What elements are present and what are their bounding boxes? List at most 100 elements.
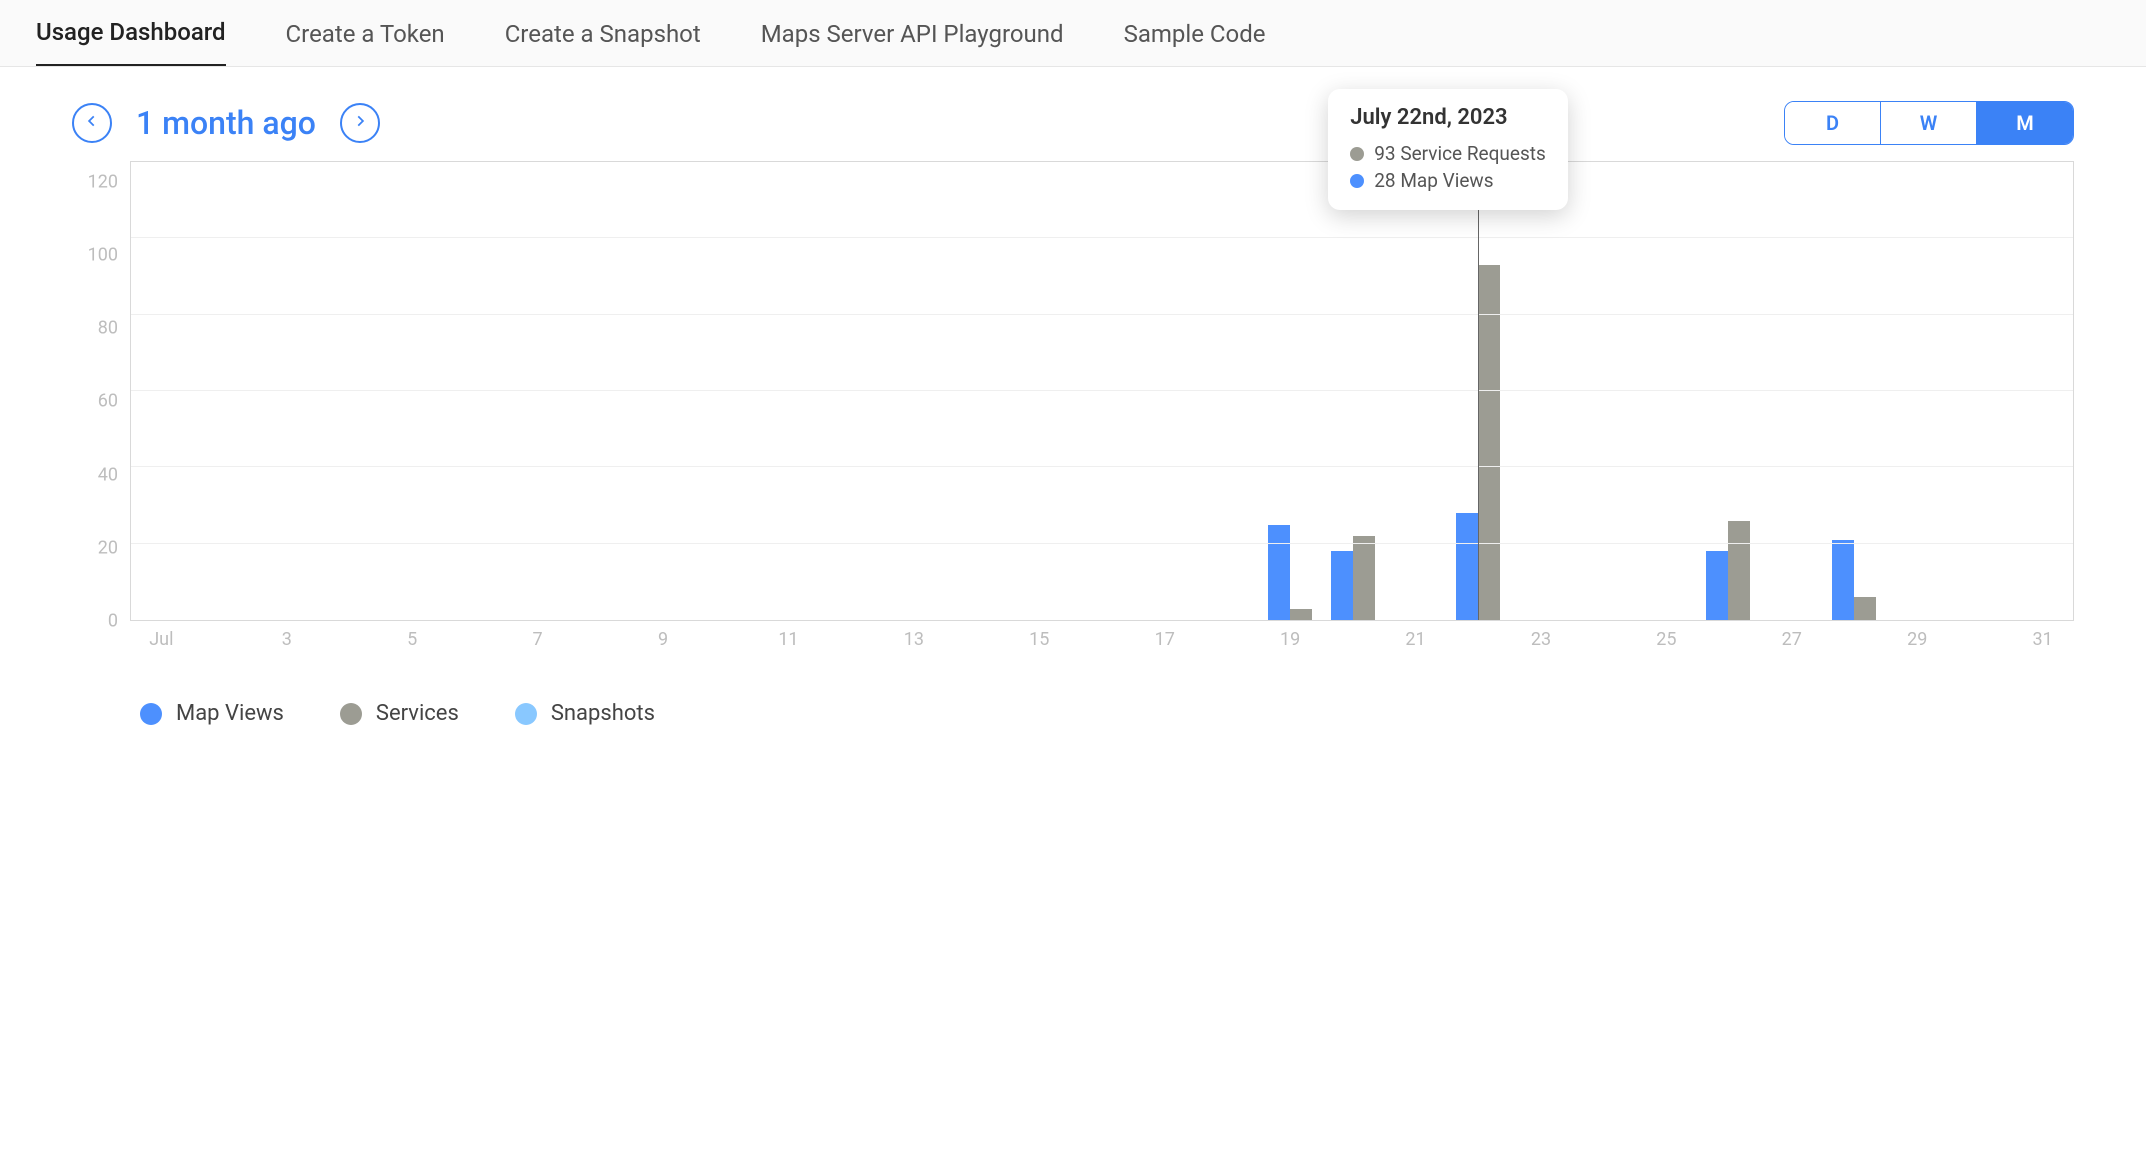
- x-axis: Jul 3 5 7 9 11 13 15 17 19 21 23 25 27 29 31: [130, 629, 2074, 657]
- legend-item-snapshots[interactable]: Snapshots: [515, 701, 655, 726]
- x-tick: 7: [533, 629, 543, 650]
- tab-maps-server-api-playground[interactable]: Maps Server API Playground: [761, 20, 1064, 66]
- bar-slot[interactable]: [1634, 162, 1697, 620]
- bar-slot[interactable]: [1822, 162, 1885, 620]
- legend-swatch-mapviews: [140, 703, 162, 725]
- tooltip-dot-services: [1350, 147, 1364, 161]
- bar-services[interactable]: [1290, 609, 1312, 620]
- tab-sample-code[interactable]: Sample Code: [1124, 20, 1266, 66]
- x-tick: 29: [1907, 629, 1927, 650]
- bar-slot[interactable]: [1760, 162, 1823, 620]
- tab-create-snapshot[interactable]: Create a Snapshot: [505, 20, 701, 66]
- next-range-button[interactable]: [340, 103, 380, 143]
- x-tick: 17: [1155, 629, 1175, 650]
- y-tick: 0: [108, 610, 118, 631]
- x-tick: 13: [904, 629, 924, 650]
- legend-item-services[interactable]: Services: [340, 701, 459, 726]
- bar-services[interactable]: [1728, 521, 1750, 620]
- chevron-left-icon: [85, 114, 99, 132]
- bar-slot[interactable]: [1384, 162, 1447, 620]
- bar-slot[interactable]: [945, 162, 1008, 620]
- bar-slot[interactable]: [2010, 162, 2073, 620]
- y-axis: 120100806040200: [72, 161, 130, 621]
- bar-map-views[interactable]: [1832, 540, 1854, 620]
- bar-slot[interactable]: [382, 162, 445, 620]
- x-tick: 31: [2033, 629, 2053, 650]
- legend-label-services: Services: [376, 701, 459, 726]
- legend-swatch-snapshots: [515, 703, 537, 725]
- y-tick: 100: [88, 245, 118, 266]
- chart-header: 1 month ago D W M: [0, 67, 2146, 157]
- bar-map-views[interactable]: [1456, 513, 1478, 620]
- x-tick: 27: [1782, 629, 1802, 650]
- legend-swatch-services: [340, 703, 362, 725]
- prev-range-button[interactable]: [72, 103, 112, 143]
- tab-create-token[interactable]: Create a Token: [286, 20, 445, 66]
- tooltip-dot-mapviews: [1350, 174, 1364, 188]
- x-tick: 15: [1029, 629, 1049, 650]
- x-tick: 5: [407, 629, 417, 650]
- bar-slot[interactable]: [1008, 162, 1071, 620]
- x-tick: Jul: [149, 629, 173, 650]
- y-tick: 120: [88, 172, 118, 193]
- bar-slot[interactable]: [883, 162, 946, 620]
- y-tick: 40: [98, 464, 118, 485]
- granularity-month[interactable]: M: [1977, 102, 2073, 144]
- bar-slot[interactable]: [256, 162, 319, 620]
- bar-slot[interactable]: [1071, 162, 1134, 620]
- bar-slot[interactable]: [695, 162, 758, 620]
- y-tick: 20: [98, 537, 118, 558]
- bar-slot[interactable]: [1697, 162, 1760, 620]
- tooltip-row-mapviews: 28 Map Views: [1350, 169, 1546, 192]
- x-tick: 11: [778, 629, 798, 650]
- legend-label-mapviews: Map Views: [176, 701, 284, 726]
- chart-legend: Map Views Services Snapshots: [0, 657, 2146, 726]
- bar-map-views[interactable]: [1706, 551, 1728, 620]
- date-range-label: 1 month ago: [136, 104, 316, 142]
- legend-label-snapshots: Snapshots: [551, 701, 655, 726]
- bar-services[interactable]: [1854, 597, 1876, 620]
- bar-slot[interactable]: [1196, 162, 1259, 620]
- y-tick: 80: [98, 318, 118, 339]
- bar-slot[interactable]: [131, 162, 194, 620]
- granularity-segmented: D W M: [1784, 101, 2074, 145]
- x-tick: 3: [282, 629, 292, 650]
- bar-slot[interactable]: [820, 162, 883, 620]
- x-tick: 21: [1405, 629, 1425, 650]
- bar-slot[interactable]: [1133, 162, 1196, 620]
- bar-slot[interactable]: [1885, 162, 1948, 620]
- y-tick: 60: [98, 391, 118, 412]
- bar-slot[interactable]: [757, 162, 820, 620]
- bar-slot[interactable]: [1948, 162, 2011, 620]
- x-tick: 9: [658, 629, 668, 650]
- legend-item-mapviews[interactable]: Map Views: [140, 701, 284, 726]
- date-range-nav: 1 month ago: [72, 103, 380, 143]
- bar-slot[interactable]: [507, 162, 570, 620]
- bar-slot[interactable]: [632, 162, 695, 620]
- bar-slot[interactable]: [1321, 162, 1384, 620]
- chevron-right-icon: [353, 114, 367, 132]
- bar-slot[interactable]: [570, 162, 633, 620]
- tab-usage-dashboard[interactable]: Usage Dashboard: [36, 18, 226, 66]
- granularity-week[interactable]: W: [1881, 102, 1977, 144]
- x-tick: 19: [1280, 629, 1300, 650]
- bar-map-views[interactable]: [1331, 551, 1353, 620]
- plot-area[interactable]: [130, 161, 2074, 621]
- bar-services[interactable]: [1478, 265, 1500, 620]
- tab-strip: Usage Dashboard Create a Token Create a …: [0, 0, 2146, 67]
- bar-slot[interactable]: [319, 162, 382, 620]
- tooltip-text-mapviews: 28 Map Views: [1374, 169, 1493, 192]
- tooltip-text-services: 93 Service Requests: [1374, 142, 1546, 165]
- x-tick: 23: [1531, 629, 1551, 650]
- tooltip-row-services: 93 Service Requests: [1350, 142, 1546, 165]
- bar-slot[interactable]: [1509, 162, 1572, 620]
- x-tick: 25: [1656, 629, 1676, 650]
- bar-slot[interactable]: [194, 162, 257, 620]
- usage-chart: 120 100 80 60 40 20 0 Jul 3 5 7 9 11 13 15 17 19 21 23 25 2…: [72, 161, 2074, 657]
- bar-slot[interactable]: [444, 162, 507, 620]
- bar-slot[interactable]: [1259, 162, 1322, 620]
- granularity-day[interactable]: D: [1785, 102, 1881, 144]
- bar-services[interactable]: [1353, 536, 1375, 620]
- bar-slot[interactable]: [1572, 162, 1635, 620]
- bar-map-views[interactable]: [1268, 525, 1290, 620]
